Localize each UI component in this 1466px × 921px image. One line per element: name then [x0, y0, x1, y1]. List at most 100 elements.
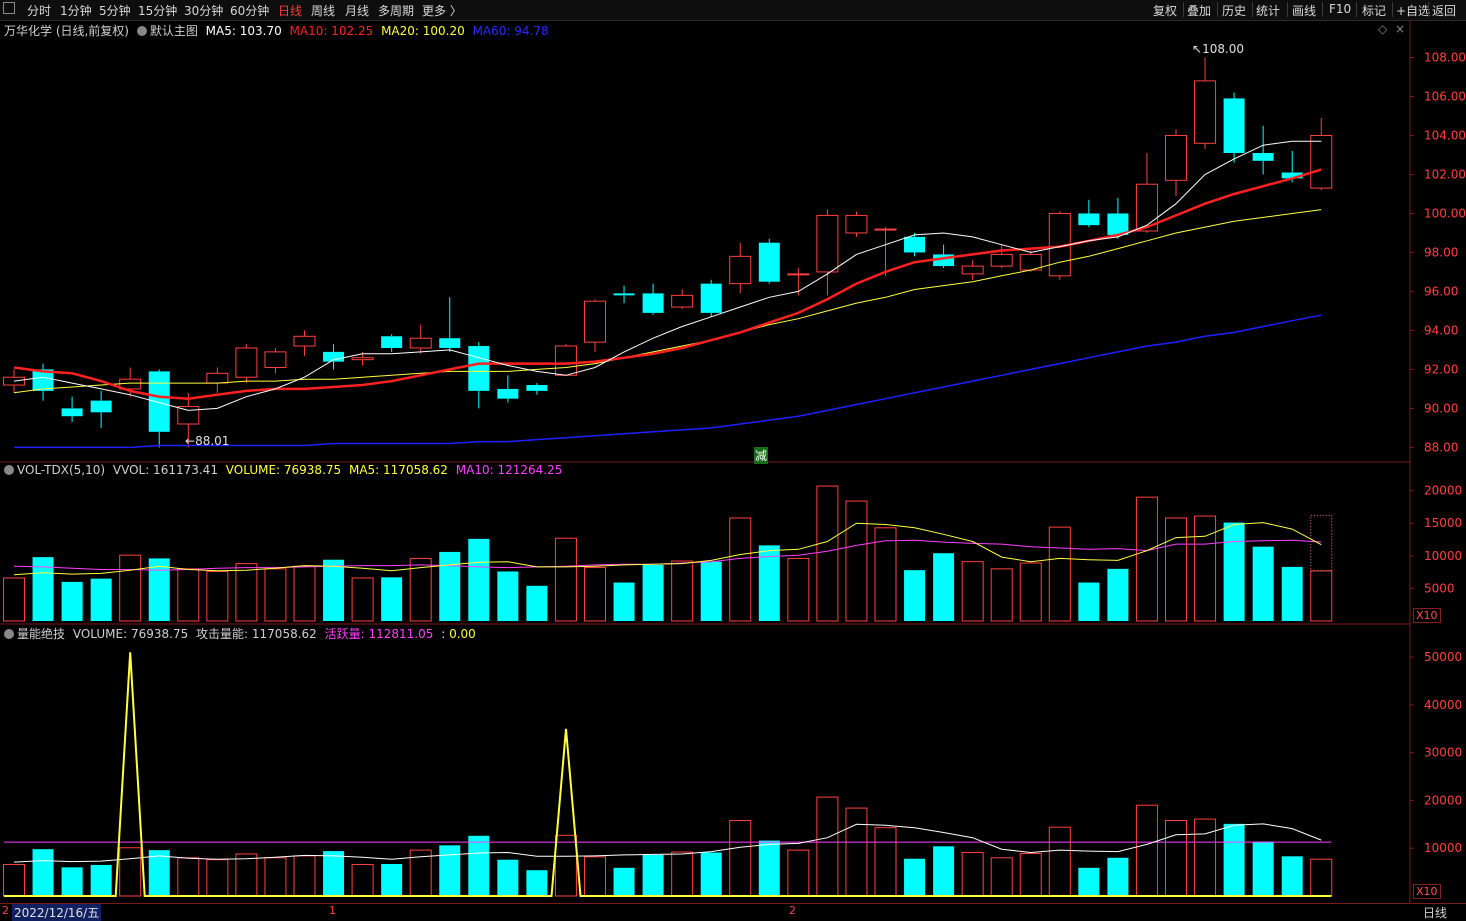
- ma10-label: MA10: 102.25: [289, 24, 374, 38]
- diamond-icon[interactable]: ◇: [1378, 22, 1387, 36]
- adjust-button[interactable]: 复权: [1153, 2, 1177, 19]
- energy-volume-bar: [1223, 823, 1245, 896]
- candle: [148, 369, 170, 448]
- candle-body: [526, 385, 548, 391]
- overlay-button[interactable]: 叠加: [1187, 2, 1211, 19]
- price-tick-label: 100.00: [1424, 206, 1466, 220]
- volume-bar: [845, 500, 868, 622]
- vol-title[interactable]: VOL-TDX(5,10): [17, 463, 105, 477]
- candle: [1223, 92, 1245, 163]
- volume-bar: [177, 568, 200, 622]
- period-tab-fenshi[interactable]: 分时: [27, 2, 51, 19]
- candle: [729, 242, 752, 294]
- candle: [816, 209, 839, 296]
- price-tick-label: 88.00: [1424, 440, 1458, 454]
- draw-button[interactable]: 画线: [1292, 2, 1316, 19]
- volume-bar: [61, 581, 83, 621]
- energy-volume-bar: [323, 851, 345, 896]
- energy-settings-icon[interactable]: [4, 629, 14, 639]
- add-watchlist-button[interactable]: +自选: [1396, 2, 1430, 19]
- candle-body: [613, 293, 635, 296]
- period-tab-30min[interactable]: 30分钟: [184, 2, 223, 19]
- candle-body: [758, 242, 780, 282]
- energy-volume-bar: [119, 847, 142, 897]
- energy-title[interactable]: 量能绝技: [17, 627, 65, 641]
- vol-tick-label: 20000: [1424, 484, 1462, 498]
- period-tab-daily[interactable]: 日线: [278, 2, 302, 19]
- volume-bar: [613, 582, 635, 621]
- stock-title[interactable]: 万华化学 (日线,前复权): [4, 24, 129, 38]
- candle-body: [381, 336, 403, 348]
- back-button[interactable]: 返回: [1432, 2, 1456, 19]
- energy-volume-bar: [758, 840, 780, 896]
- energy-volume-bar: [1019, 852, 1042, 897]
- vol-panel-header: VOL-TDX(5,10) VVOL: 161173.41 VOLUME: 76…: [4, 463, 566, 477]
- period-tab-monthly[interactable]: 月线: [345, 2, 369, 19]
- candle-body: [787, 273, 810, 276]
- stock-chart[interactable]: 108.00 106.00 104.00 102.00 100.00 98.00 96.00…: [0, 21, 1466, 903]
- energy-volume-bar: [933, 846, 955, 896]
- candle: [700, 279, 722, 317]
- candle: [1252, 125, 1274, 175]
- volume-bar: [206, 570, 229, 622]
- sidebar-toggle-icon[interactable]: [3, 2, 15, 14]
- volume-bar: [235, 563, 258, 622]
- candle-body: [1252, 153, 1274, 161]
- candle: [61, 396, 83, 423]
- vol-tick-label: 10000: [1424, 549, 1462, 563]
- volume-bar: [526, 585, 548, 621]
- price-tick-label: 96.00: [1424, 284, 1458, 298]
- f10-button[interactable]: F10: [1329, 2, 1351, 16]
- candle: [439, 297, 461, 352]
- history-button[interactable]: 历史: [1222, 2, 1246, 19]
- volume-bar: [816, 485, 839, 622]
- volume-bar: [351, 577, 374, 622]
- candle-body: [584, 300, 606, 343]
- price-tick-label: 102.00: [1424, 167, 1466, 181]
- vol-settings-icon[interactable]: [4, 465, 14, 475]
- candle: [90, 390, 112, 428]
- mark-button[interactable]: 标记: [1362, 2, 1386, 19]
- volume-bar: [264, 568, 287, 622]
- period-tab-15min[interactable]: 15分钟: [138, 2, 177, 19]
- period-tab-60min[interactable]: 60分钟: [230, 2, 269, 19]
- candle-body: [206, 372, 229, 384]
- energy-tick-label: 50000: [1424, 650, 1462, 664]
- period-tab-multi[interactable]: 多周期: [378, 2, 414, 19]
- candle-body: [671, 294, 694, 308]
- candle: [961, 260, 984, 280]
- stats-button[interactable]: 统计: [1256, 2, 1280, 19]
- event-marker[interactable]: 减: [754, 447, 769, 464]
- vol-ma5-label: MA5: 117058.62: [348, 463, 448, 477]
- energy-volume-bar: [613, 867, 635, 896]
- main-indicator-name[interactable]: 默认主图: [150, 24, 198, 38]
- candle-body: [1078, 213, 1100, 226]
- candle-body: [1310, 134, 1333, 189]
- period-tab-weekly[interactable]: 周线: [311, 2, 335, 19]
- candle: [904, 232, 926, 257]
- volume-bar: [497, 571, 519, 621]
- volume-label: VOLUME: 76938.75: [225, 463, 342, 477]
- period-tab-1min[interactable]: 1分钟: [60, 2, 92, 19]
- candle-body: [3, 376, 25, 386]
- period-tab-more[interactable]: 更多 〉: [422, 2, 462, 19]
- candle-body: [874, 228, 897, 231]
- ma10-line: [13, 168, 1322, 400]
- period-toolbar: 分时 1分钟 5分钟 15分钟 30分钟 60分钟 日线 周线 月线 多周期 更…: [0, 0, 1466, 21]
- volume-bar: [439, 551, 461, 621]
- ma60-label: MA60: 94.78: [472, 24, 549, 38]
- projected-volume-bar: [1310, 514, 1333, 572]
- energy-volume-bar: [177, 857, 200, 897]
- month-mark-1: 1: [329, 904, 336, 917]
- candle-body: [1165, 134, 1187, 181]
- settings-dot-icon[interactable]: [136, 26, 147, 36]
- price-tick-label: 104.00: [1424, 128, 1466, 142]
- candle: [1165, 129, 1187, 196]
- candle-body: [497, 388, 519, 399]
- close-panel-icon[interactable]: ×: [1395, 22, 1405, 36]
- candle-body: [235, 347, 258, 378]
- period-tab-5min[interactable]: 5分钟: [99, 2, 131, 19]
- volume-bar: [293, 565, 316, 622]
- volume-bar: [554, 537, 577, 622]
- volume-bar: [584, 567, 606, 622]
